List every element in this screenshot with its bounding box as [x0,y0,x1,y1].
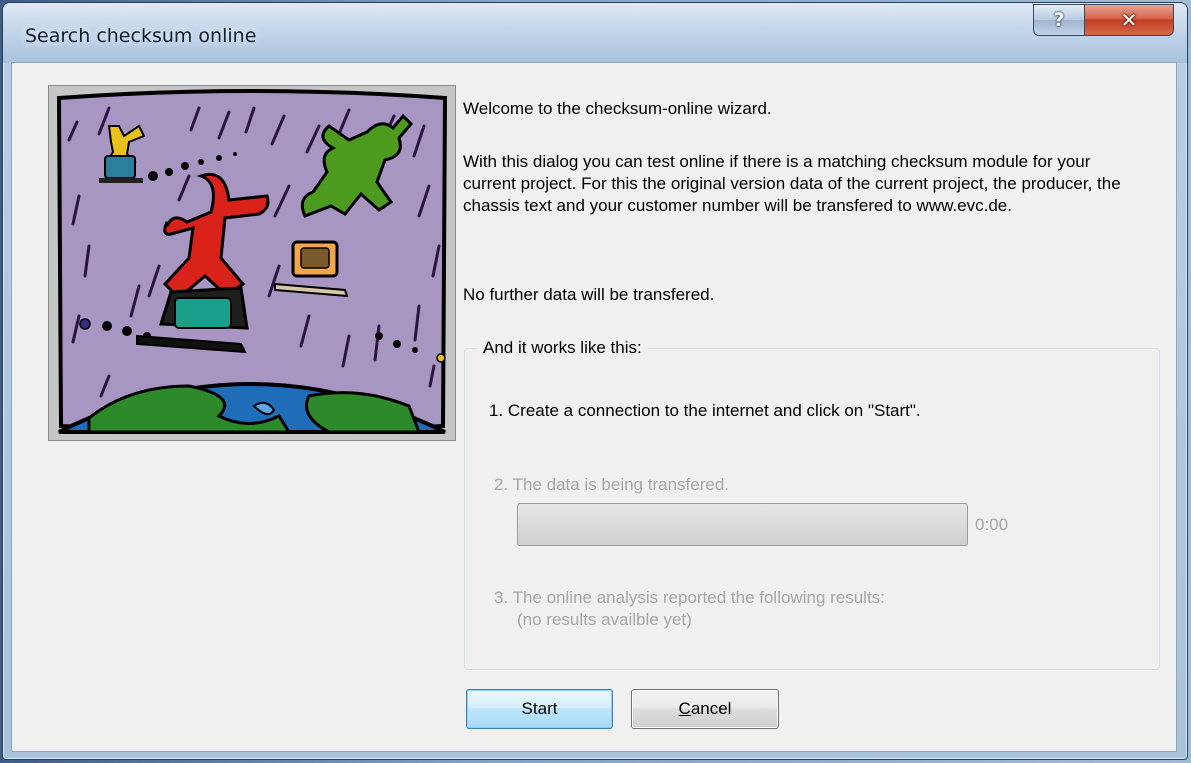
start-button[interactable]: Start [466,689,613,729]
elapsed-time: 0:00 [975,515,1009,534]
wizard-illustration [48,85,456,441]
transfer-progress-bar [517,503,968,546]
people-surfing-computers-over-globe-illustration [56,89,448,434]
help-button[interactable]: ? [1033,4,1085,36]
groupbox-legend: And it works like this: [477,337,648,359]
close-button[interactable]: ✕ [1084,4,1174,36]
cancel-mnemonic: C [678,699,691,718]
title-bar[interactable]: Search checksum online ? ✕ [3,3,1187,63]
help-icon: ? [1053,9,1065,31]
steps-groupbox: And it works like this: 1. Create a conn… [464,337,1160,670]
close-icon: ✕ [1120,8,1138,32]
no-further-data-text: No further data will be transfered. [463,285,715,304]
cancel-button-label: Cancel [679,699,732,719]
step-3-text: 3. The online analysis reported the foll… [494,588,885,607]
step-1-text: 1. Create a connection to the internet a… [489,401,921,420]
dialog-window: Search checksum online ? ✕ Welcome to th… [2,2,1188,760]
cancel-button[interactable]: Cancel [631,689,779,729]
results-text: (no results availble yet) [517,610,692,629]
start-button-label: Start [521,699,558,718]
description-text: With this dialog you can test online if … [463,152,1121,215]
step-2-text: 2. The data is being transfered. [494,475,730,494]
dialog-client-area: Welcome to the checksum-online wizard. W… [11,62,1177,752]
cancel-label-rest: ancel [690,699,732,718]
welcome-text: Welcome to the checksum-online wizard. [463,99,772,118]
window-title: Search checksum online [25,25,257,47]
